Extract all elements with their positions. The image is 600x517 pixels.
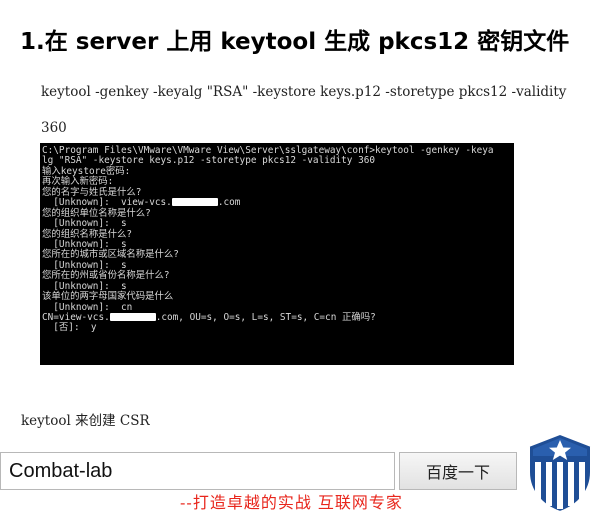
terminal-line: [否]: y xyxy=(42,322,97,334)
terminal-text: .com, OU=s, O=s, L=s, ST=s, C=cn 正确吗? xyxy=(155,312,376,323)
terminal-text: CN=view-vcs. xyxy=(42,312,110,323)
search-input[interactable] xyxy=(0,452,395,490)
terminal-text: .com xyxy=(217,197,241,209)
terminal-text: [Unknown]: view-vcs. xyxy=(42,197,172,209)
command-line-1: keytool -genkey -keyalg "RSA" -keystore … xyxy=(41,84,567,100)
terminal-screenshot: C:\Program Files\VMware\VMware View\Serv… xyxy=(40,143,514,365)
redaction-mark xyxy=(171,198,218,207)
csr-caption: keytool 来创建 CSR xyxy=(21,413,150,429)
search-button[interactable]: 百度一下 xyxy=(399,452,517,490)
redaction-mark xyxy=(109,313,156,321)
slogan-text: --打造卓越的实战 互联网专家 xyxy=(180,493,403,512)
command-line-2: 360 xyxy=(41,120,67,136)
terminal-line-redacted: CN=view-vcs. .com, OU=s, O=s, L=s, ST=s, … xyxy=(42,312,514,323)
terminal-line: 该单位的两字母国家代码是什么 xyxy=(42,291,174,303)
terminal-line: [Unknown]: s xyxy=(42,218,127,230)
section-title: 1.在 server 上用 keytool 生成 pkcs12 密钥文件 xyxy=(20,29,570,55)
shield-logo-icon xyxy=(528,432,592,514)
